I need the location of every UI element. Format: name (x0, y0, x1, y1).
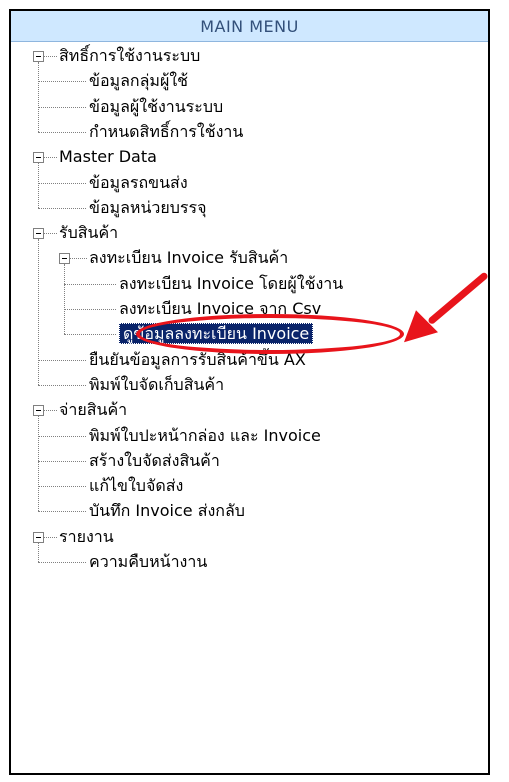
tree-node-label: รายงาน (59, 526, 114, 546)
tree-node-label: ลงทะเบียน Invoice จาก Csv (119, 299, 322, 318)
tree-node-label: พิมพ์ใบปะหน้ากล่อง และ Invoice (89, 425, 321, 445)
tree-node-item[interactable]: แก้ไขใบจัดส่ง (89, 473, 183, 499)
tree-connector (44, 157, 57, 159)
tree-node-item[interactable]: พิมพ์ใบจัดเก็บสินค้า (89, 372, 224, 398)
tree-connector (38, 106, 86, 108)
tree-connector (38, 435, 86, 437)
tree-connector (38, 384, 86, 386)
tree-node-label: ข้อมูลผู้ใช้งานระบบ (89, 96, 224, 116)
tree-node-label: จ่ายสินค้า (59, 400, 128, 420)
tree-node-folder[interactable]: รับสินค้า (59, 220, 118, 246)
tree-connector (38, 416, 39, 512)
tree-node-item[interactable]: ความคืบหน้างาน (89, 549, 207, 575)
tree-node-item[interactable]: ดูข้อมูลลงทะเบียน Invoice (119, 321, 314, 347)
tree-node-folder[interactable]: ลงทะเบียน Invoice รับสินค้า (89, 245, 288, 271)
tree-node-label: ข้อมูลกลุ่มผู้ใช้ (89, 71, 188, 91)
tree-node-item[interactable]: สร้างใบจัดส่งสินค้า (89, 448, 220, 474)
collapse-minus-icon[interactable] (33, 228, 44, 240)
tree-connector (38, 239, 39, 385)
tree-node-item[interactable]: ลงทะเบียน Invoice จาก Csv (119, 296, 321, 322)
collapse-minus-icon[interactable] (33, 51, 44, 62)
tree-node-label-selected: ดูข้อมูลลงทะเบียน Invoice (119, 323, 314, 345)
tree-node-label: ข้อมูลรถขนส่ง (89, 172, 188, 192)
tree-connector (44, 233, 57, 235)
collapse-minus-icon[interactable] (33, 531, 44, 543)
tree-connector (64, 334, 116, 336)
collapse-minus-icon[interactable] (59, 253, 70, 265)
tree-connector (44, 536, 57, 538)
tree-connector (64, 309, 116, 310)
tree-node-folder[interactable]: จ่ายสินค้า (59, 397, 127, 423)
tree-node-label: สิทธิ์การใช้งานระบบ (59, 46, 201, 65)
tree-connector (38, 182, 86, 184)
tree-node-item[interactable]: ข้อมูลหน่วยบรรจุ (89, 195, 206, 221)
tree-node-item[interactable]: ข้อมูลรถขนส่ง (89, 170, 188, 196)
tree-node-folder[interactable]: Master Data (59, 144, 157, 170)
tree-node-label: Master Data (59, 147, 157, 167)
tree-node-label: สร้างใบจัดส่งสินค้า (89, 450, 220, 470)
tree-node-item[interactable]: ข้อมูลผู้ใช้งานระบบ (89, 94, 223, 120)
tree-connector (44, 410, 57, 412)
tree-node-label: ลงทะเบียน Invoice รับสินค้า (89, 248, 289, 268)
collapse-minus-icon[interactable] (33, 152, 44, 164)
tree-node-item[interactable]: บันทึก Invoice ส่งกลับ (89, 498, 245, 524)
tree-node-label: บันทึก Invoice ส่งกลับ (89, 501, 245, 521)
tree-connector (38, 62, 39, 132)
tree-node-item[interactable]: พิมพ์ใบปะหน้ากล่อง และ Invoice (89, 423, 321, 449)
collapse-minus-icon[interactable] (33, 405, 44, 417)
tree-node-label: พิมพ์ใบจัดเก็บสินค้า (89, 374, 225, 394)
tree-connector (38, 486, 86, 488)
tree-node-label: ยืนยันข้อมูลการรับสินค้าขึ้น AX (89, 349, 306, 369)
tree-connector (38, 562, 86, 563)
tree-node-label: รับสินค้า (59, 223, 119, 243)
tree-connector (38, 511, 86, 513)
main-menu-panel: MAIN MENU สิทธิ์การใช้งานระบบข้อมูลกลุ่ม… (9, 9, 490, 775)
tree-connector (64, 264, 65, 335)
tree-node-label: ความคืบหน้างาน (89, 552, 208, 571)
tree-node-label: ข้อมูลหน่วยบรรจุ (89, 197, 207, 217)
tree-connector (38, 460, 86, 462)
tree-connector (38, 359, 86, 361)
tree-connector (38, 131, 86, 133)
tree-node-folder[interactable]: รายงาน (59, 524, 114, 550)
main-menu-title: MAIN MENU (200, 16, 299, 36)
menu-tree: สิทธิ์การใช้งานระบบข้อมูลกลุ่มผู้ใช้ข้อม… (11, 42, 488, 773)
tree-connector (38, 81, 86, 83)
tree-connector (38, 163, 39, 208)
main-menu-header: MAIN MENU (11, 11, 488, 42)
tree-connector (64, 283, 116, 285)
tree-node-item[interactable]: ยืนยันข้อมูลการรับสินค้าขึ้น AX (89, 347, 306, 373)
tree-node-label: ลงทะเบียน Invoice โดยผู้ใช้งาน (119, 273, 344, 293)
tree-node-item[interactable]: ลงทะเบียน Invoice โดยผู้ใช้งาน (119, 271, 343, 297)
tree-node-item[interactable]: ข้อมูลกลุ่มผู้ใช้ (89, 68, 188, 94)
tree-node-label: แก้ไขใบจัดส่ง (89, 476, 184, 496)
tree-connector (44, 56, 57, 57)
tree-connector (70, 258, 87, 260)
tree-node-item[interactable]: กำหนดสิทธิ์การใช้งาน (89, 119, 243, 145)
tree-node-folder[interactable]: สิทธิ์การใช้งานระบบ (59, 43, 200, 69)
tree-connector (38, 207, 86, 209)
tree-connector (38, 542, 39, 562)
tree-node-label: กำหนดสิทธิ์การใช้งาน (89, 121, 244, 141)
